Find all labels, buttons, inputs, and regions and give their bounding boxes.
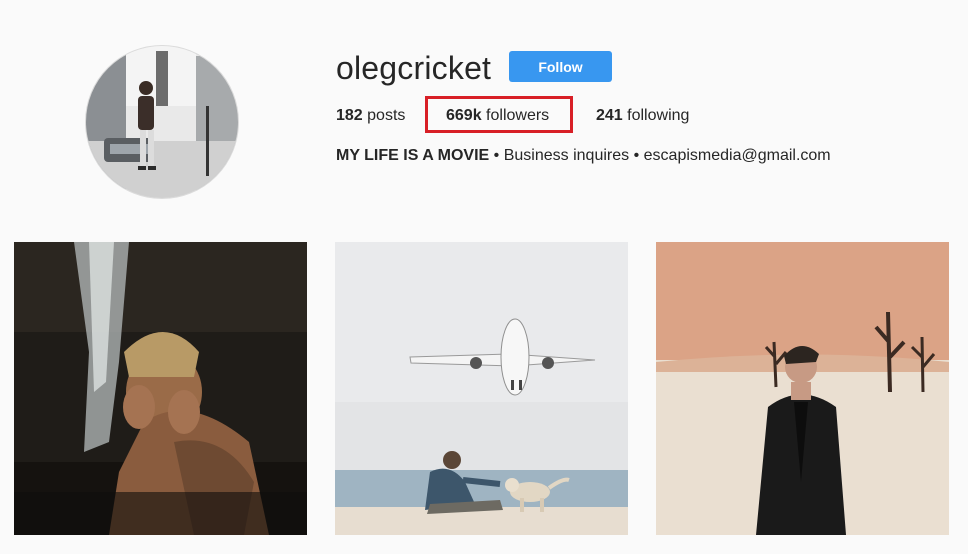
follow-button[interactable]: Follow bbox=[509, 51, 612, 82]
post-thumbnail[interactable] bbox=[656, 242, 949, 535]
bio-separator: • bbox=[633, 147, 640, 164]
profile-bio: MY LIFE IS A MOVIE • Business inquires •… bbox=[336, 146, 831, 166]
post-thumbnail[interactable] bbox=[335, 242, 628, 535]
post-photo bbox=[14, 242, 307, 535]
avatar-photo bbox=[86, 46, 238, 198]
profile-page: olegcricket Follow 182 posts 669k follow… bbox=[0, 0, 968, 554]
bio-email: escapismedia@gmail.com bbox=[643, 147, 831, 164]
following-label: following bbox=[627, 107, 690, 124]
post-thumbnail[interactable] bbox=[14, 242, 307, 535]
posts-stat: 182 posts bbox=[336, 106, 405, 126]
bio-business-text: Business inquires bbox=[503, 147, 630, 164]
following-stat[interactable]: 241 following bbox=[596, 106, 689, 126]
profile-avatar[interactable] bbox=[85, 45, 239, 199]
following-count: 241 bbox=[596, 107, 623, 124]
posts-count: 182 bbox=[336, 107, 363, 124]
followers-highlight-box bbox=[425, 96, 573, 133]
bio-headline: MY LIFE IS A MOVIE bbox=[336, 147, 490, 164]
post-photo bbox=[656, 242, 949, 535]
profile-username: olegcricket bbox=[336, 50, 492, 86]
posts-label: posts bbox=[367, 107, 406, 124]
post-photo bbox=[335, 242, 628, 535]
bio-separator: • bbox=[493, 147, 500, 164]
